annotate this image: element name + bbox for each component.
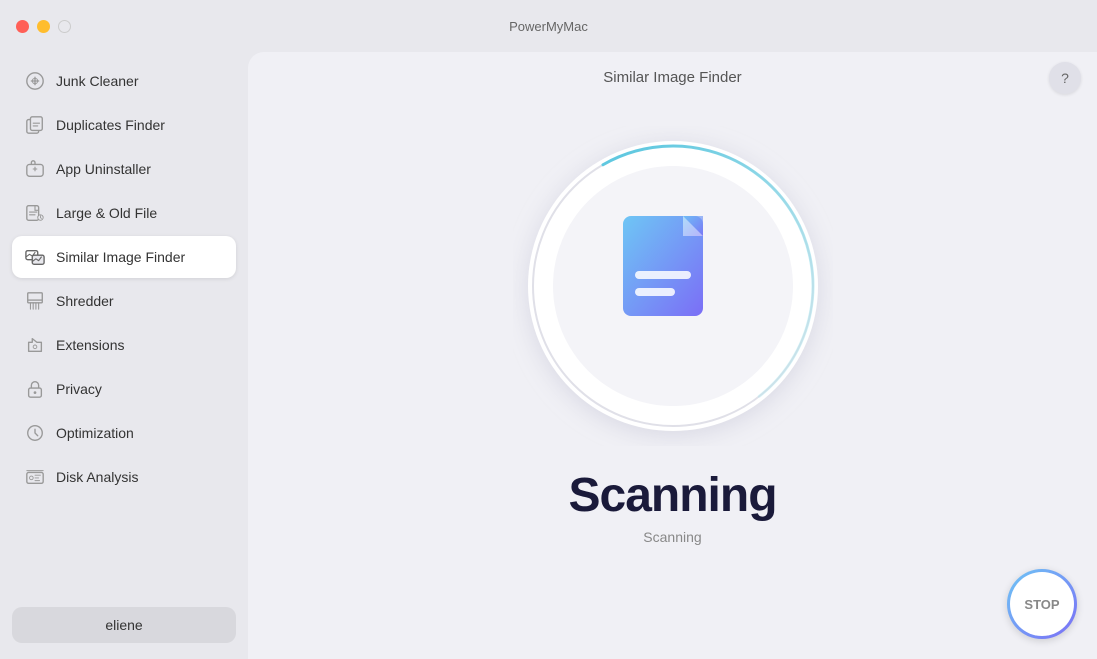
help-button[interactable]: ?: [1049, 62, 1081, 94]
scan-title: Scanning: [568, 470, 776, 523]
sidebar: Junk Cleaner Duplicates Finder App U: [0, 52, 248, 659]
disk-analysis-label: Disk Analysis: [56, 469, 138, 485]
similar-image-finder-icon: [24, 246, 46, 268]
sidebar-item-large-old-file[interactable]: Large & Old File: [12, 192, 236, 234]
minimize-button[interactable]: [37, 20, 50, 33]
stop-button[interactable]: STOP: [1007, 569, 1077, 639]
app-uninstaller-label: App Uninstaller: [56, 161, 151, 177]
sidebar-item-duplicates-finder[interactable]: Duplicates Finder: [12, 104, 236, 146]
privacy-icon: [24, 378, 46, 400]
junk-cleaner-icon: [24, 70, 46, 92]
content-header: Similar Image Finder ?: [248, 52, 1097, 102]
content-area: Similar Image Finder ?: [248, 52, 1097, 659]
sidebar-item-junk-cleaner[interactable]: Junk Cleaner: [12, 60, 236, 102]
traffic-lights: [16, 20, 71, 33]
duplicates-finder-icon: [24, 114, 46, 136]
sidebar-item-shredder[interactable]: Shredder: [12, 280, 236, 322]
junk-cleaner-label: Junk Cleaner: [56, 73, 139, 89]
privacy-label: Privacy: [56, 381, 102, 397]
user-button[interactable]: eliene: [12, 607, 236, 643]
scan-container: Scanning Scanning: [513, 52, 833, 659]
titlebar: PowerMyMac: [0, 0, 1097, 52]
sidebar-item-privacy[interactable]: Privacy: [12, 368, 236, 410]
content-title: Similar Image Finder: [603, 69, 741, 86]
sidebar-item-similar-image-finder[interactable]: Similar Image Finder: [12, 236, 236, 278]
duplicates-finder-label: Duplicates Finder: [56, 117, 165, 133]
large-old-file-icon: [24, 202, 46, 224]
circle-wrapper: [513, 126, 833, 446]
sidebar-item-app-uninstaller[interactable]: App Uninstaller: [12, 148, 236, 190]
sidebar-item-optimization[interactable]: Optimization: [12, 412, 236, 454]
optimization-label: Optimization: [56, 425, 134, 441]
main-layout: Junk Cleaner Duplicates Finder App U: [0, 52, 1097, 659]
shredder-icon: [24, 290, 46, 312]
maximize-button[interactable]: [58, 20, 71, 33]
sidebar-item-disk-analysis[interactable]: Disk Analysis: [12, 456, 236, 498]
large-old-file-label: Large & Old File: [56, 205, 157, 221]
disk-analysis-icon: [24, 466, 46, 488]
similar-image-finder-label: Similar Image Finder: [56, 249, 185, 265]
close-button[interactable]: [16, 20, 29, 33]
shredder-label: Shredder: [56, 293, 114, 309]
sidebar-item-extensions[interactable]: Extensions: [12, 324, 236, 366]
sidebar-bottom: eliene: [12, 599, 236, 651]
optimization-icon: [24, 422, 46, 444]
app-title: PowerMyMac: [509, 19, 588, 34]
extensions-label: Extensions: [56, 337, 124, 353]
progress-ring: [513, 126, 833, 446]
app-uninstaller-icon: [24, 158, 46, 180]
scan-subtitle: Scanning: [568, 529, 776, 545]
scan-text-area: Scanning Scanning: [568, 470, 776, 545]
extensions-icon: [24, 334, 46, 356]
